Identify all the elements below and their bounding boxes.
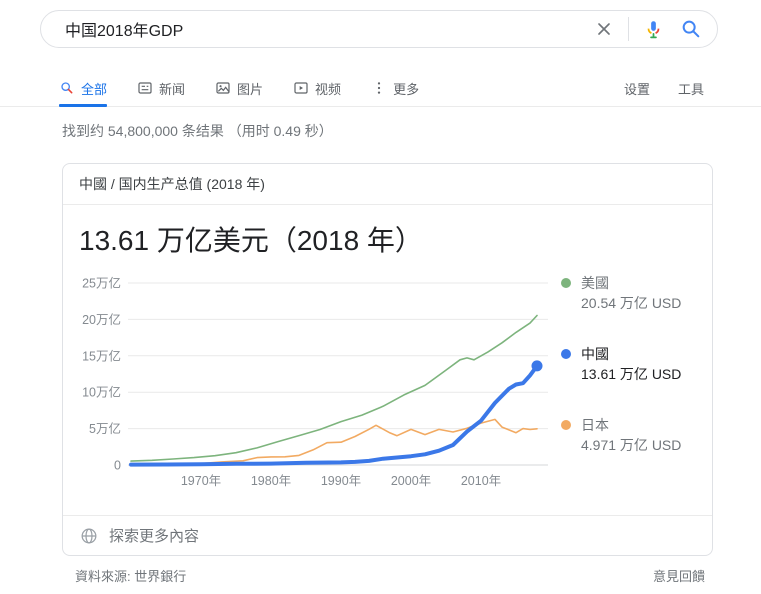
legend-series-value: 13.61 万亿 USD: [581, 364, 681, 384]
svg-text:1990年: 1990年: [321, 474, 361, 488]
more-dots-icon: [371, 80, 387, 96]
tab-images[interactable]: 图片: [215, 70, 263, 106]
gdp-chart[interactable]: 0 5万亿 10万亿 15万亿 20万亿 25万亿 1970年 1980年 1990年 2000年…: [71, 269, 561, 497]
tab-images-label: 图片: [237, 79, 263, 98]
microphone-icon[interactable]: [641, 17, 665, 41]
videos-icon: [293, 80, 309, 96]
svg-text:20万亿: 20万亿: [82, 312, 121, 327]
legend-item[interactable]: 美國20.54 万亿 USD: [561, 273, 703, 313]
legend-dot-icon: [561, 278, 571, 288]
searchbar-divider: [628, 17, 629, 41]
images-icon: [215, 80, 231, 96]
svg-text:10万亿: 10万亿: [82, 385, 121, 400]
svg-text:2000年: 2000年: [391, 474, 431, 488]
legend-series-name: 日本: [581, 415, 681, 435]
card-footer: 資料來源: 世界銀行 意見回饋: [75, 566, 705, 585]
all-search-icon: [59, 80, 75, 96]
feedback-link[interactable]: 意見回饋: [653, 566, 705, 585]
legend-item[interactable]: 日本4.971 万亿 USD: [561, 415, 703, 455]
svg-text:25万亿: 25万亿: [82, 276, 121, 291]
legend-series-value: 20.54 万亿 USD: [581, 293, 681, 313]
legend-series-name: 中國: [581, 344, 681, 364]
tab-news-label: 新闻: [159, 79, 185, 98]
svg-text:1980年: 1980年: [251, 474, 291, 488]
tab-all-label: 全部: [81, 79, 107, 98]
svg-text:0: 0: [114, 459, 121, 473]
gdp-value-title: 13.61 万亿美元（2018 年）: [79, 223, 696, 259]
chart-legend: 美國20.54 万亿 USD 中國13.61 万亿 USD 日本4.971 万亿 U…: [561, 269, 703, 497]
chart-row: 0 5万亿 10万亿 15万亿 20万亿 25万亿 1970年 1980年 1990年 2000年…: [63, 269, 712, 497]
legend-item[interactable]: 中國13.61 万亿 USD: [561, 344, 703, 384]
result-stats: 找到约 54,800,000 条结果 （用时 0.49 秒）: [62, 121, 333, 141]
search-bar[interactable]: [40, 10, 718, 48]
results-tabs-bar: 全部 新闻 图片 视频: [0, 70, 761, 107]
tab-more[interactable]: 更多: [371, 70, 419, 106]
clear-icon[interactable]: [592, 17, 616, 41]
svg-text:2010年: 2010年: [461, 474, 501, 488]
search-icon[interactable]: [679, 17, 703, 41]
tab-all[interactable]: 全部: [59, 70, 107, 106]
tab-more-label: 更多: [393, 79, 419, 98]
news-icon: [137, 80, 153, 96]
tab-videos[interactable]: 视频: [293, 70, 341, 106]
tabs-right-group: 设置 工具: [596, 70, 704, 106]
explore-more-link[interactable]: 探索更多內容: [63, 515, 712, 555]
svg-text:1970年: 1970年: [181, 474, 221, 488]
breadcrumb: 中國 / 国内生产总值 (2018 年): [63, 164, 712, 205]
svg-text:5万亿: 5万亿: [89, 421, 121, 436]
globe-icon: [79, 526, 99, 546]
tab-news[interactable]: 新闻: [137, 70, 185, 106]
tabs-left-group: 全部 新闻 图片 视频: [59, 70, 596, 106]
tools-button[interactable]: 工具: [678, 79, 704, 98]
legend-dot-icon: [561, 349, 571, 359]
data-source-label: 資料來源: 世界銀行: [75, 566, 186, 585]
search-input[interactable]: [65, 20, 592, 38]
explore-more-label: 探索更多內容: [109, 525, 199, 546]
svg-text:15万亿: 15万亿: [82, 348, 121, 363]
knowledge-card: 中國 / 国内生产总值 (2018 年) 13.61 万亿美元（2018 年） …: [62, 163, 713, 556]
tab-videos-label: 视频: [315, 79, 341, 98]
legend-series-name: 美國: [581, 273, 681, 293]
legend-dot-icon: [561, 420, 571, 430]
legend-series-value: 4.971 万亿 USD: [581, 435, 681, 455]
settings-button[interactable]: 设置: [624, 79, 650, 98]
